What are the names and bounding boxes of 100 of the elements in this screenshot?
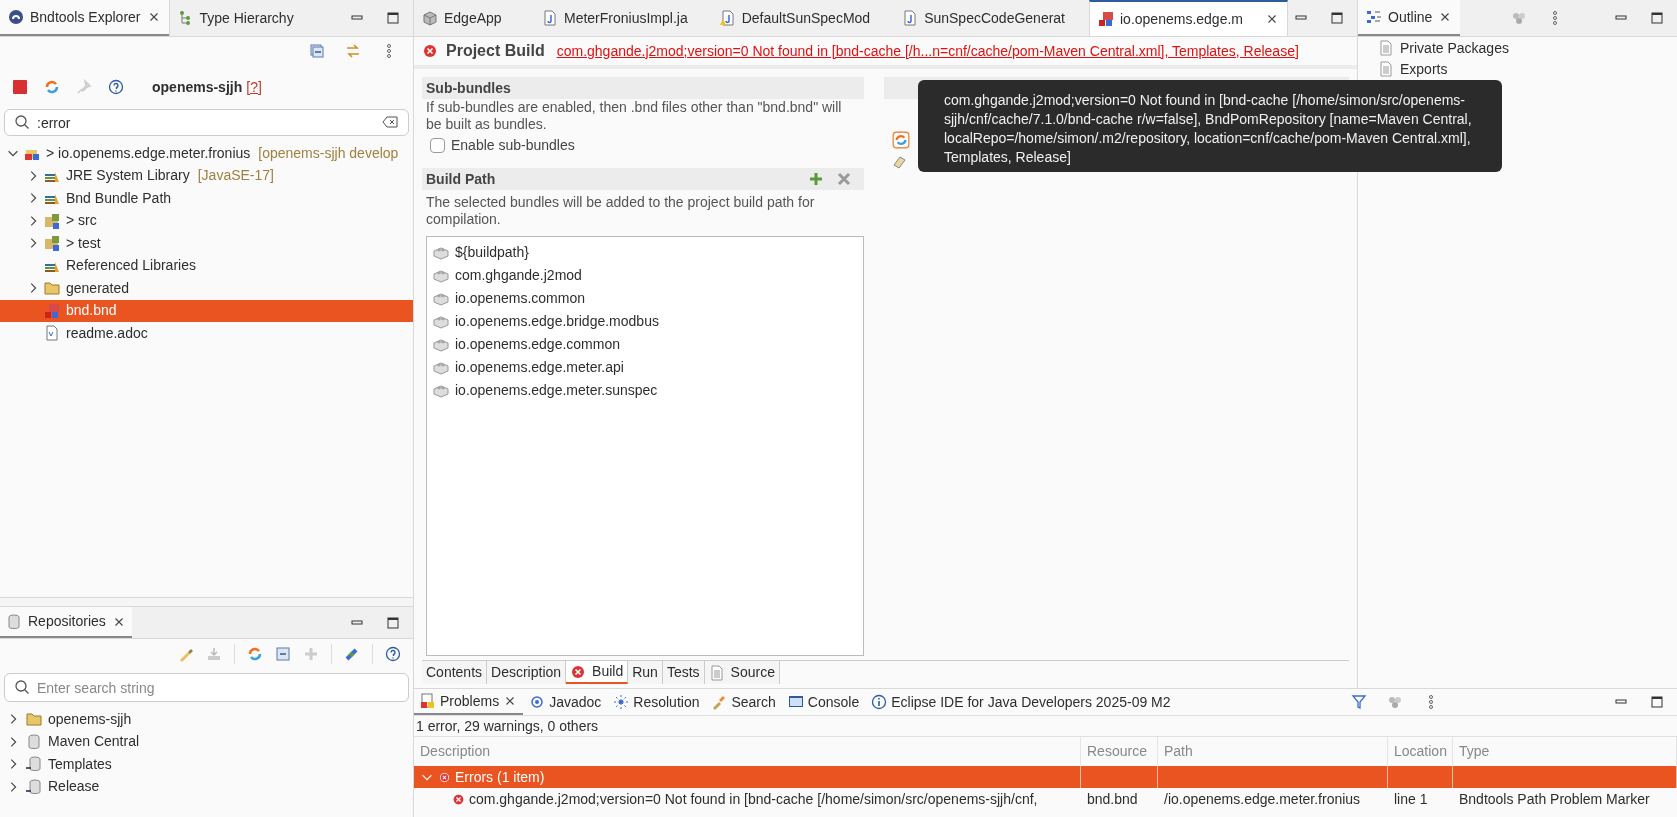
search-field[interactable]: Enter search string: [4, 673, 409, 702]
problems-icon: [420, 693, 436, 709]
network-icon: [613, 694, 630, 710]
outline-item[interactable]: Exports: [1378, 58, 1677, 79]
outline-item[interactable]: Private Packages: [1378, 37, 1677, 58]
maximize-icon[interactable]: [1649, 694, 1665, 710]
workspace-name: openems-sjjh: [152, 77, 243, 97]
filter-icon[interactable]: [1350, 694, 1367, 710]
editor-tab[interactable]: MeterFroniusImpl.ja: [534, 0, 712, 36]
package-folder-icon: [44, 212, 60, 229]
tree-item[interactable]: > io.openems.edge.meter.fronius [openems-sjjh develop: [0, 142, 413, 165]
section-header: Build Path: [426, 169, 496, 189]
list-item[interactable]: com.ghgande.j2mod: [427, 264, 863, 287]
document-icon: [1378, 39, 1394, 56]
view-tab[interactable]: Search: [705, 689, 782, 715]
java-file-icon: [902, 10, 919, 26]
tree-item[interactable]: readme.adoc: [0, 322, 413, 345]
database-icon: [26, 733, 42, 750]
maximize-icon[interactable]: [1329, 10, 1345, 26]
editor-tab[interactable]: io.openems.edge.m: [1089, 0, 1288, 36]
view-tab[interactable]: Outline: [1358, 0, 1461, 36]
tree-item[interactable]: Bnd Bundle Path: [0, 187, 413, 210]
maximize-icon[interactable]: [385, 10, 401, 26]
document-icon: [44, 325, 60, 342]
tree-item[interactable]: Referenced Libraries: [0, 254, 413, 277]
view-tab[interactable]: Eclipse IDE for Java Developers 2025-09 M2: [865, 689, 1177, 715]
error-link[interactable]: com.ghgande.j2mod;version=0 Not found in [bnd-cache [/h...n=cnf/cache/pom-Maven Central.xml], Templates, Release]: [556, 40, 1299, 62]
tree-item[interactable]: openems-sjjh: [0, 708, 413, 731]
tree-item[interactable]: JRE System Library [JavaSE-17]: [0, 164, 413, 187]
view-tab[interactable]: Console: [781, 689, 866, 715]
tree-item[interactable]: Maven Central: [0, 730, 413, 753]
link-arrows-icon[interactable]: [345, 43, 361, 59]
plug-icon[interactable]: [344, 646, 360, 662]
tree-item[interactable]: Templates: [0, 753, 413, 776]
tooltip: com.ghgande.j2mod;version=0 Not found in [bnd-cache [/home/simon/src/openems-sjjh/cnf/cache/7.1.0/bnd-cache r/w=false], BndPomRepository [name=Maven Central, localRepo=/home/simon/.m2/repository, location=cnf/cache/pom-Maven Central.xml], Templates, Release]: [918, 80, 1502, 172]
list-item[interactable]: io.openems.edge.common: [427, 333, 863, 356]
list-item[interactable]: io.openems.edge.bridge.modbus: [427, 310, 863, 333]
tree-item[interactable]: generated: [0, 277, 413, 300]
view-tab[interactable]: Javadoc: [523, 689, 608, 715]
brick-icon: [433, 267, 449, 284]
filter-field[interactable]: :error: [4, 109, 409, 136]
editor-tab[interactable]: SunSpecCodeGenerat: [894, 0, 1089, 36]
java-file-icon: [542, 10, 558, 26]
maximize-icon[interactable]: [385, 614, 401, 631]
view-tab[interactable]: Repositories: [0, 607, 132, 638]
list-item[interactable]: io.openems.edge.meter.api: [427, 356, 863, 379]
table-cell-text: /io.openems.edge.meter.fronius: [1164, 789, 1361, 809]
refresh-icon[interactable]: [247, 646, 263, 662]
tree-item[interactable]: > src: [0, 209, 413, 232]
maximize-icon[interactable]: [1649, 10, 1665, 26]
remove-icon[interactable]: [836, 171, 852, 187]
editor-tab[interactable]: EdgeApp: [414, 0, 534, 36]
add-icon[interactable]: [808, 171, 824, 187]
error-icon: [422, 43, 438, 59]
table-cell-text: line 1: [1394, 789, 1428, 809]
list-item[interactable]: io.openems.edge.meter.sunspec: [427, 379, 863, 402]
search-icon: [14, 679, 30, 695]
page-tab[interactable]: Tests: [662, 661, 705, 684]
view-tab[interactable]: Resolution: [607, 689, 706, 715]
database-icon: [6, 613, 22, 630]
brick-icon: [433, 290, 449, 307]
help-icon[interactable]: [385, 646, 401, 662]
refresh-icon[interactable]: [44, 79, 60, 95]
page-tab[interactable]: Description: [487, 661, 567, 684]
view-tab[interactable]: Bndtools Explorer: [0, 0, 169, 36]
editor-tab[interactable]: DefaultSunSpecMod: [711, 0, 895, 36]
rebuild-icon[interactable]: [892, 131, 910, 149]
form-title: Project Build: [446, 41, 545, 61]
collapse-all-icon[interactable]: [309, 43, 325, 59]
page-tab[interactable]: Contents: [422, 661, 488, 684]
tree-item[interactable]: > test: [0, 232, 413, 255]
list-item[interactable]: ${buildpath}: [427, 241, 863, 264]
logo-icon: [8, 9, 24, 25]
remote-database-icon: [26, 778, 42, 795]
collapse-all-icon[interactable]: [275, 646, 291, 662]
list-item[interactable]: io.openems.common: [427, 287, 863, 310]
outline-icon: [1366, 9, 1382, 25]
brick-icon: [433, 244, 449, 261]
package-folder-icon: [44, 235, 60, 252]
help-icon[interactable]: [108, 79, 124, 95]
folder-icon: [26, 711, 42, 728]
brush-icon[interactable]: [178, 646, 194, 662]
folder-icon: [44, 280, 60, 297]
info-icon: [871, 694, 888, 710]
page-tab[interactable]: Run: [628, 661, 663, 684]
checkbox[interactable]: Enable sub-bundles: [422, 135, 864, 156]
view-tab[interactable]: Type Hierarchy: [168, 0, 302, 36]
error-icon: [438, 770, 451, 784]
workspace-status: [?]: [246, 77, 262, 97]
stop-icon[interactable]: [12, 79, 28, 95]
error-icon: [452, 792, 465, 806]
tree-item[interactable]: Release: [0, 775, 413, 798]
section-description: If sub-bundles are enabled, then .bnd files other than "bnd.bnd" will be built as bundles.: [425, 99, 843, 133]
tree-item[interactable]: bnd.bnd: [0, 299, 413, 322]
clear-icon[interactable]: [381, 114, 399, 130]
page-tab[interactable]: Build: [566, 661, 629, 684]
brick-icon: [433, 313, 449, 330]
search-icon: [14, 114, 30, 130]
bnd-file-icon: [1098, 11, 1114, 27]
page-tab[interactable]: Source: [704, 661, 780, 684]
